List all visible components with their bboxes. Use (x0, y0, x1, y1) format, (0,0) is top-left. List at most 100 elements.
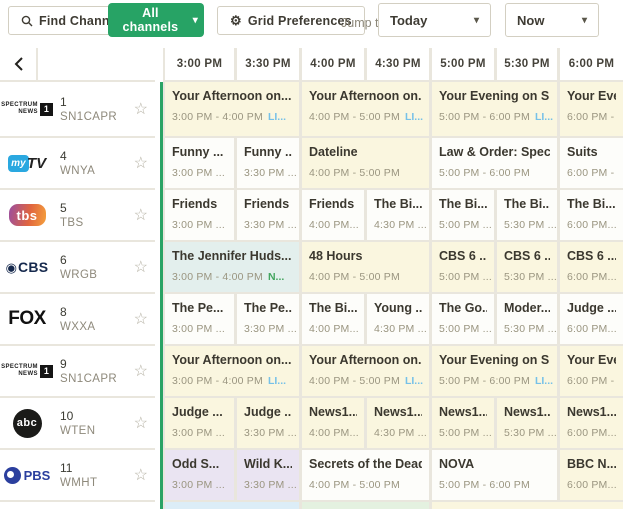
live-badge: LI... (404, 375, 424, 387)
program-cell[interactable]: CBS 6 ... 5:30 PM ... (497, 242, 557, 292)
program-cell[interactable]: Young ... 4:30 PM ... (367, 294, 429, 344)
program-cell[interactable]: Friends 3:30 PM ... (237, 190, 299, 240)
program-cell[interactable]: Judge ... 3:30 PM ... (237, 398, 299, 448)
program-cell[interactable]: Friends 4:00 PM... (302, 190, 364, 240)
favorite-star-icon[interactable]: ☆ (134, 361, 148, 381)
program-cell[interactable]: CBS 6 ... 6:00 PM... (560, 242, 623, 292)
pbs-face (6, 470, 14, 478)
program-title: Suits (567, 145, 598, 159)
program-cell[interactable]: 48 Hours 4:00 PM - 5:00 PM (302, 242, 429, 292)
program-time: 4:30 PM ... (374, 219, 427, 231)
chevron-down-icon: ▾ (581, 14, 587, 26)
favorite-star-icon[interactable]: ☆ (134, 413, 148, 433)
favorite-star-icon[interactable]: ☆ (134, 205, 148, 225)
program-time: 5:30 PM ... (504, 427, 557, 439)
program-cell[interactable]: Funny ... 3:00 PM ... (165, 138, 234, 188)
program-cell[interactable]: Secrets of the Dead 4:00 PM - 5:00 PM (302, 450, 429, 500)
program-cell[interactable]: The Bi... 5:30 PM ... (497, 190, 557, 240)
program-time: 4:00 PM - 5:00 PM (309, 111, 400, 123)
program-time-row: 3:30 PM ... (244, 215, 297, 233)
program-title: Funny ... (172, 145, 224, 159)
favorite-star-icon[interactable]: ☆ (134, 309, 148, 329)
program-title: Friends (244, 197, 290, 211)
program-cell[interactable]: Your Afternoon on... 3:00 PM - 4:00 PM LI.… (165, 346, 299, 396)
program-cell[interactable]: Judge ... 3:00 PM ... (165, 398, 234, 448)
program-time-row: 4:00 PM... (309, 215, 359, 233)
program-cell[interactable]: News1... 4:30 PM ... (367, 398, 429, 448)
channel-info: 1 SN1CAPR (60, 95, 117, 123)
program-cell[interactable]: Odd S... 3:00 PM ... (165, 450, 234, 500)
live-badge: LI... (534, 111, 554, 123)
channel-cell[interactable]: FOX 8 WXXA ☆ (0, 294, 155, 344)
program-cell[interactable]: The Bi... 6:00 PM... (560, 190, 623, 240)
all-channels-label: All channels (122, 6, 179, 34)
program-title: Your Afternoon on... (172, 89, 292, 103)
program-cell[interactable]: The Bi... 4:30 PM ... (367, 190, 429, 240)
program-grid: 3:00 PM 3:30 PM 4:00 PM 4:30 PM 5:00 PM 5:30 … (0, 0, 623, 509)
time-dropdown[interactable]: Now ▾ (505, 3, 599, 37)
channel-cell[interactable]: ◉ CBS 6 WRGB ☆ (0, 242, 155, 292)
fox-logo: FOX (0, 308, 54, 330)
program-cell[interactable]: The Bi... 5:00 PM ... (432, 190, 494, 240)
program-cell[interactable]: News1... 5:00 PM ... (432, 398, 494, 448)
program-cell[interactable]: News1... 6:00 PM... (560, 398, 623, 448)
program-cell[interactable]: The Bi... 4:00 PM... (302, 294, 364, 344)
favorite-star-icon[interactable]: ☆ (134, 99, 148, 119)
program-cell[interactable]: Law & Order: Spec... 5:00 PM - 6:00 PM (432, 138, 557, 188)
program-cell[interactable]: The Pe... 3:00 PM ... (165, 294, 234, 344)
program-cell[interactable]: Your Afternoon on... 3:00 PM - 4:00 PM LI.… (165, 82, 299, 136)
current-time-line (160, 82, 163, 509)
program-time-row: 3:00 PM ... (172, 163, 227, 181)
program-time: 4:00 PM... (309, 427, 359, 439)
program-cell[interactable]: Your Evening on S... 5:00 PM - 6:00 PM LI.… (432, 82, 557, 136)
program-title: NOVA (439, 457, 475, 471)
program-cell[interactable]: Friends 3:00 PM ... (165, 190, 234, 240)
program-cell[interactable]: Judge ... 6:00 PM... (560, 294, 623, 344)
program-cell[interactable]: News1... 5:30 PM ... (497, 398, 557, 448)
program-cell[interactable]: News1... 4:00 PM... (302, 398, 364, 448)
program-cell[interactable]: CBS 6 ... 5:00 PM ... (432, 242, 494, 292)
channel-cell (0, 502, 155, 509)
channel-cell[interactable]: SPECTRUM NEWS 1 9 SN1CAPR ☆ (0, 346, 155, 396)
spectrum-news-1-logo: SPECTRUM NEWS 1 (0, 102, 54, 116)
program-cell[interactable]: Suits 6:00 PM - (560, 138, 623, 188)
program-cell[interactable]: Your Eve 6:00 PM - (560, 82, 623, 136)
favorite-star-icon[interactable]: ☆ (134, 257, 148, 277)
program-time-row: 3:00 PM ... (172, 423, 227, 441)
program-time: 6:00 PM... (567, 219, 617, 231)
program-title: The Bi... (309, 301, 357, 315)
channel-cell[interactable]: my TV 4 WNYA ☆ (0, 138, 155, 188)
program-cell[interactable]: BBC N... 6:00 PM... (560, 450, 623, 500)
date-dropdown[interactable]: Today ▾ (378, 3, 491, 37)
program-time: 6:00 PM - (567, 167, 615, 179)
logo-text: PBS (23, 467, 51, 483)
program-cell[interactable]: Funny ... 3:30 PM ... (237, 138, 299, 188)
channel-cell[interactable]: tbs 5 TBS ☆ (0, 190, 155, 240)
logo-mark: TV (26, 154, 47, 172)
program-cell[interactable]: The Jennifer Huds... 3:00 PM - 4:00 PM N..… (165, 242, 299, 292)
favorite-star-icon[interactable]: ☆ (134, 465, 148, 485)
program-cell[interactable]: Moder... 5:30 PM ... (497, 294, 557, 344)
program-cell[interactable]: Your Afternoon on... 4:00 PM - 5:00 PM LI.… (302, 346, 429, 396)
program-cell[interactable]: NOVA 5:00 PM - 6:00 PM (432, 450, 557, 500)
channel-cell[interactable]: SPECTRUM NEWS 1 1 SN1CAPR ☆ (0, 82, 155, 136)
program-time: 4:00 PM... (309, 323, 359, 335)
date-dropdown-value: Today (390, 12, 428, 28)
program-cell[interactable]: Your Afternoon on... 4:00 PM - 5:00 PM LI.… (302, 82, 429, 136)
program-cell[interactable]: Wild K... 3:30 PM ... (237, 450, 299, 500)
program-cell[interactable]: Your Eve 6:00 PM - (560, 346, 623, 396)
program-time-row: 5:00 PM - 6:00 PM LI... (439, 371, 553, 389)
all-channels-dropdown[interactable]: All channels ▾ (108, 3, 204, 37)
program-cell[interactable]: Dateline 4:00 PM - 5:00 PM (302, 138, 429, 188)
tv-guide-screen: 3:00 PM 3:30 PM 4:00 PM 4:30 PM 5:00 PM 5:30 … (0, 0, 623, 509)
program-cell[interactable]: Your Evening on S... 5:00 PM - 6:00 PM LI.… (432, 346, 557, 396)
program-cell (302, 502, 429, 509)
program-time: 3:00 PM ... (172, 219, 225, 231)
program-time-row: 3:30 PM ... (244, 423, 297, 441)
channel-cell[interactable]: PBS 11 WMHT ☆ (0, 450, 155, 500)
program-cell[interactable]: The Go... 5:00 PM ... (432, 294, 494, 344)
favorite-star-icon[interactable]: ☆ (134, 153, 148, 173)
channel-cell[interactable]: abc 10 WTEN ☆ (0, 398, 155, 448)
program-cell[interactable]: The Pe... 3:30 PM ... (237, 294, 299, 344)
program-time: 5:00 PM - 6:00 PM (439, 167, 530, 179)
